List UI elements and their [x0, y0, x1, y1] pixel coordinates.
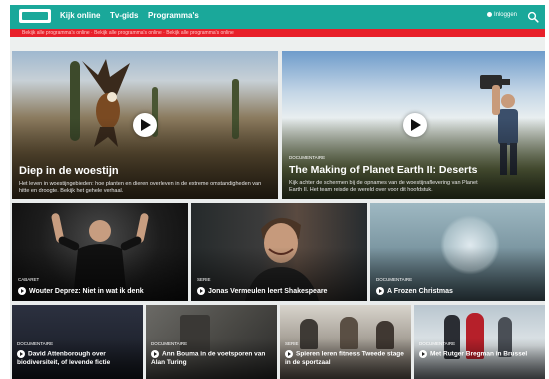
tile-label: DOCUMENTAIRE — [376, 277, 413, 282]
featured-tile-planet-earth[interactable]: DOCUMENTAIRE The Making of Planet Earth … — [282, 51, 545, 199]
tile-label: SERIE — [197, 277, 211, 282]
tile-title: Spieren leren fitness Tweede stage in de… — [285, 350, 404, 366]
tile-label: DOCUMENTAIRE — [151, 341, 188, 346]
search-icon[interactable] — [527, 11, 539, 23]
spacer-strip — [10, 37, 545, 51]
tile-wouter-deprez[interactable]: CABARET Wouter Deprez: Niet in wat ik de… — [12, 203, 188, 301]
nav-kijk-online[interactable]: Kijk online — [60, 11, 100, 20]
banner-text: Bekijk alle programma's online · Bekijk … — [22, 30, 234, 36]
featured-description: Kijk achter de schermen bij de opnames v… — [289, 180, 478, 193]
featured-title: Diep in de woestijn — [19, 165, 119, 177]
featured-label: DOCUMENTAIRE — [289, 155, 326, 160]
play-icon[interactable] — [197, 287, 205, 295]
tile-title: Ann Bouma in de voetsporen van Alan Turi… — [151, 350, 266, 366]
nav-programmas[interactable]: Programma's — [148, 11, 199, 20]
tile-title: A Frozen Christmas — [376, 287, 453, 295]
tile-frozen-christmas[interactable]: DOCUMENTAIRE A Frozen Christmas — [370, 203, 545, 301]
broadcaster-logo-icon[interactable] — [19, 9, 51, 23]
tile-title: Wouter Deprez: Niet in wat ik denk — [18, 287, 144, 295]
tile-spieren-fitness[interactable]: SERIE Spieren leren fitness Tweede stage… — [280, 305, 411, 379]
play-button[interactable] — [403, 113, 427, 137]
tile-jonas-shakespeare[interactable]: SERIE Jonas Vermeulen leert Shakespeare — [191, 203, 367, 301]
play-icon[interactable] — [18, 287, 26, 295]
page-frame: Kijk online Tv-gids Programma's Inloggen… — [10, 5, 545, 379]
play-icon[interactable] — [285, 350, 293, 358]
tile-label: DOCUMENTAIRE — [419, 341, 456, 346]
featured-title: The Making of Planet Earth II: Deserts — [289, 164, 478, 176]
tile-david-attenborough[interactable]: DOCUMENTAIRE David Attenborough over bio… — [12, 305, 143, 379]
tile-title: David Attenborough over biodiversiteit, … — [17, 350, 111, 366]
tile-alan-turing[interactable]: DOCUMENTAIRE Ann Bouma in de voetsporen … — [146, 305, 277, 379]
top-nav-bar: Kijk online Tv-gids Programma's Inloggen — [10, 5, 545, 29]
tile-label: DOCUMENTAIRE — [17, 341, 54, 346]
tile-title: Jonas Vermeulen leert Shakespeare — [197, 287, 327, 295]
featured-tile-desert[interactable]: Diep in de woestijn Het leven in woestij… — [12, 51, 278, 199]
play-icon[interactable] — [17, 350, 25, 358]
play-button[interactable] — [133, 113, 157, 137]
nav-tv-gids[interactable]: Tv-gids — [110, 11, 138, 20]
play-icon[interactable] — [376, 287, 384, 295]
tile-label: SERIE — [285, 341, 299, 346]
user-icon — [486, 12, 492, 17]
play-icon — [411, 119, 421, 131]
tile-title: Met Rutger Bregman in Brussel — [419, 350, 541, 359]
play-icon[interactable] — [151, 350, 159, 358]
tile-rutger-brussel[interactable]: DOCUMENTAIRE Met Rutger Bregman in Bruss… — [414, 305, 545, 379]
play-icon — [141, 119, 151, 131]
featured-description: Het leven in woestijngebieden: hoe plant… — [19, 181, 262, 194]
login-link[interactable]: Inloggen — [486, 12, 517, 18]
play-icon[interactable] — [419, 350, 427, 358]
tile-label: CABARET — [18, 277, 40, 282]
promo-banner[interactable]: Bekijk alle programma's online · Bekijk … — [10, 29, 545, 37]
